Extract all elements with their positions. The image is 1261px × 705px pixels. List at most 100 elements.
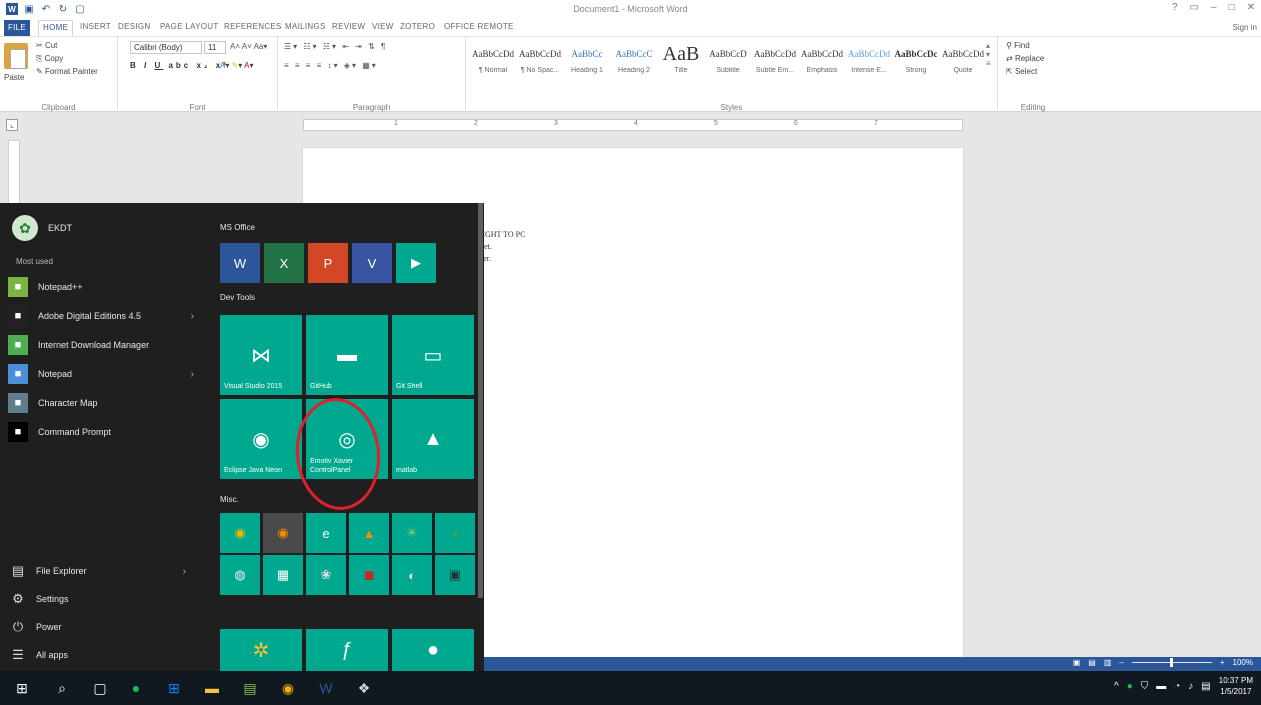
media-tile[interactable]: ▶ [396, 243, 436, 283]
tray-overflow-icon[interactable]: ^ [1114, 681, 1119, 692]
tab-review[interactable]: REVIEW [332, 22, 365, 31]
style-1[interactable]: AaBbCcDd ¶ Normal [470, 41, 516, 87]
ribbon-display-icon[interactable]: ▭ [1190, 2, 1199, 13]
select-button[interactable]: ⇱ Select [1006, 67, 1037, 76]
replace-button[interactable]: ⇄ Replace [1006, 54, 1044, 63]
style-9[interactable]: AaBbCcDd Intense E... [846, 41, 892, 87]
print-layout-icon[interactable]: ▤ [1088, 658, 1096, 667]
style-2[interactable]: AaBbCcDd ¶ No Spac... [517, 41, 563, 87]
most-used-item[interactable]: ■ Internet Download Manager [8, 331, 198, 359]
app-tile-6[interactable]: ● [435, 513, 475, 553]
visual-studio-tile[interactable]: ⋈ Visual Studio 2015 [220, 315, 302, 395]
sign-in-link[interactable]: Sign in [1233, 23, 1257, 32]
app-tile-13[interactable]: ✲ [220, 629, 302, 671]
tray-shield-icon[interactable]: ⛉ [1141, 681, 1149, 692]
tab-references[interactable]: REFERENCES [224, 22, 282, 31]
most-used-item[interactable]: ■ Notepad › [8, 360, 198, 388]
styles-scroll-icon[interactable]: ▴ ▾ ≡ [986, 41, 991, 68]
ruler-toggle-icon[interactable]: ⌞ [6, 119, 18, 131]
firefox-tile[interactable]: ◉ [263, 513, 303, 553]
taskbar-app-notepadpp[interactable]: ▤ [238, 676, 262, 700]
cut-button[interactable]: ✂ Cut [36, 41, 57, 50]
style-7[interactable]: AaBbCcDd Subtle Em... [752, 41, 798, 87]
calculator-tile[interactable]: ▦ [263, 555, 303, 595]
action-center-icon[interactable]: ▤ [1201, 681, 1210, 692]
most-used-item[interactable]: ■ Notepad++ [8, 273, 198, 301]
zoom-in-icon[interactable]: + [1220, 658, 1225, 667]
start-button[interactable]: ⊞ [10, 676, 34, 700]
help-icon[interactable]: ? [1172, 2, 1178, 13]
tab-mailings[interactable]: MAILINGS [285, 22, 326, 31]
taskbar-app-spotify[interactable]: ● [124, 676, 148, 700]
read-mode-icon[interactable]: ▣ [1073, 658, 1081, 667]
app-tile-11[interactable]: ◐ [392, 555, 432, 595]
tab-file[interactable]: FILE [4, 20, 30, 36]
paste-button[interactable]: Paste [4, 73, 24, 82]
format-buttons[interactable]: B I U abc x₂ x² [130, 61, 229, 70]
app-tile-15[interactable]: ● [392, 629, 474, 671]
task-view-button[interactable]: ▢ [88, 676, 112, 700]
start-menu-power[interactable]: ⏻ Power [10, 615, 190, 639]
taskbar-app-store[interactable]: ⊞ [162, 676, 186, 700]
chrome-tile[interactable]: ◉ [220, 513, 260, 553]
style-3[interactable]: AaBbCc Heading 1 [564, 41, 610, 87]
horizontal-ruler[interactable]: 1 2 3 4 5 6 7 [303, 119, 963, 131]
vlc-tile[interactable]: ▲ [349, 513, 389, 553]
tab-zotero[interactable]: ZOTERO [400, 22, 435, 31]
grow-font-icon[interactable]: A˄ A˅ Aa▾ [230, 42, 267, 51]
style-6[interactable]: AaBbCcD Subtitle [705, 41, 751, 87]
web-layout-icon[interactable]: ▥ [1104, 658, 1112, 667]
copy-button[interactable]: ⎘ Copy [36, 54, 63, 64]
wifi-icon[interactable]: ◔ [1174, 681, 1180, 692]
zoom-slider[interactable] [1131, 658, 1212, 667]
font-name-select[interactable]: Calibri (Body) [130, 41, 202, 54]
start-menu-folder[interactable]: ▤ File Explorer › [10, 559, 190, 583]
volume-icon[interactable]: ♪ [1188, 681, 1193, 692]
style-5[interactable]: AaB Title [658, 41, 704, 87]
taskbar-app-chrome[interactable]: ◉ [276, 676, 300, 700]
style-10[interactable]: AaBbCcDc Strong [893, 41, 939, 87]
visio-tile[interactable]: V [352, 243, 392, 283]
most-used-item[interactable]: ■ Character Map [8, 389, 198, 417]
taskbar-app-generic[interactable]: ❖ [352, 676, 376, 700]
minimize-icon[interactable]: – [1211, 2, 1217, 13]
zoom-out-icon[interactable]: – [1119, 658, 1123, 667]
list-buttons[interactable]: ☰▾ ☷▾ ☵▾ ⇤ ⇥ ⇅ ¶ [284, 42, 387, 51]
most-used-item[interactable]: ■ Adobe Digital Editions 4.5 › [8, 302, 198, 330]
git-shell-tile[interactable]: ▭ Git Shell [392, 315, 474, 395]
start-menu-gear[interactable]: ⚙ Settings [10, 587, 190, 611]
app-tile-7[interactable]: ◍ [220, 555, 260, 595]
battery-icon[interactable]: ▬ [1156, 681, 1166, 692]
app-tile-12[interactable]: ▣ [435, 555, 475, 595]
tab-view[interactable]: VIEW [372, 22, 394, 31]
style-8[interactable]: AaBbCcDd Emphasis [799, 41, 845, 87]
taskbar-app-word[interactable]: W [314, 676, 338, 700]
font-color-icon[interactable]: A▾ ✎▾ A▾ [220, 61, 253, 70]
font-size-select[interactable]: 11 [204, 41, 226, 54]
eclipse-tile[interactable]: ◉ Eclipse Java Neon [220, 399, 302, 479]
most-used-item[interactable]: ■ Command Prompt [8, 418, 198, 446]
app-tile-5[interactable]: ✳ [392, 513, 432, 553]
paste-icon[interactable] [4, 43, 28, 69]
close-icon[interactable]: ✕ [1247, 2, 1255, 13]
powerpoint-tile[interactable]: P [308, 243, 348, 283]
tab-insert[interactable]: INSERT [80, 22, 111, 31]
emotiv-tile[interactable]: ◎ Emotiv Xavier ControlPanel [306, 399, 388, 479]
edge-tile[interactable]: e [306, 513, 346, 553]
start-menu-scrollbar[interactable] [478, 203, 483, 598]
maximize-icon[interactable]: □ [1229, 2, 1235, 13]
tab-office-remote[interactable]: OFFICE REMOTE [444, 22, 514, 31]
excel-tile[interactable]: X [264, 243, 304, 283]
github-tile[interactable]: ▬ GitHub [306, 315, 388, 395]
tab-design[interactable]: DESIGN [118, 22, 150, 31]
start-menu-all-apps[interactable]: ☰ All apps [10, 643, 190, 667]
find-button[interactable]: ⚲ Find [1006, 41, 1030, 50]
style-4[interactable]: AaBbCcC Heading 2 [611, 41, 657, 87]
word-tile[interactable]: W [220, 243, 260, 283]
acrobat-tile[interactable]: ◼ [349, 555, 389, 595]
zoom-level[interactable]: 100% [1233, 658, 1253, 667]
format-painter-button[interactable]: ✎ Format Painter [36, 67, 98, 76]
user-account[interactable]: ✿ EKDT [12, 215, 72, 241]
app-tile-14[interactable]: ƒ [306, 629, 388, 671]
tab-home[interactable]: HOME [38, 20, 74, 36]
